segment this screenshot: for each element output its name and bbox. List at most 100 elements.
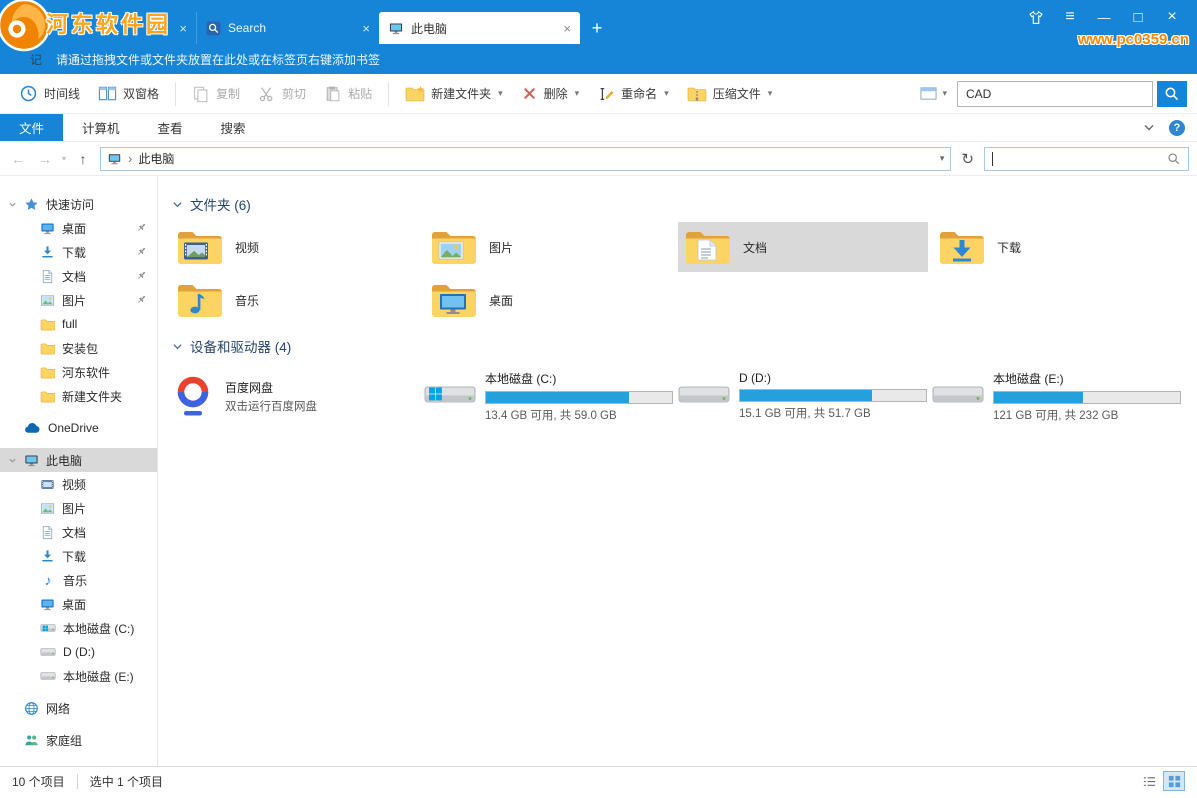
group-header-devices[interactable]: 设备和驱动器 (4): [172, 336, 1197, 356]
forward-button[interactable]: →: [35, 151, 55, 167]
sidebar-item-homegroup[interactable]: 家庭组: [0, 728, 157, 752]
delete-icon: [521, 85, 538, 102]
desktop-folder-icon: [430, 281, 478, 319]
tab-search[interactable]: Search ×: [196, 12, 379, 44]
menu-search[interactable]: 搜索: [202, 114, 265, 141]
compress-button[interactable]: 压缩文件 ▾: [678, 80, 782, 108]
rename-label: 重命名: [621, 85, 657, 102]
rename-button[interactable]: 重命名 ▾: [588, 80, 678, 108]
copy-button[interactable]: 复制: [183, 80, 249, 108]
tab-background-1[interactable]: ×: [2, 12, 196, 44]
sidebar-item-pc-downloads[interactable]: 下载: [0, 544, 157, 568]
close-tab-icon[interactable]: ×: [563, 21, 571, 36]
folder-tile-videos[interactable]: 视频: [170, 222, 420, 272]
back-button[interactable]: ←: [8, 151, 28, 167]
close-tab-icon[interactable]: ×: [179, 21, 187, 36]
minimize-icon: —: [1098, 10, 1111, 25]
sidebar-item-pc-pictures[interactable]: 图片: [0, 496, 157, 520]
folder-tile-pictures[interactable]: 图片: [424, 222, 674, 272]
help-button[interactable]: ?: [1169, 120, 1185, 136]
folder-icon: [11, 21, 27, 35]
cut-label: 剪切: [282, 85, 306, 102]
disk-usage-fill: [740, 390, 872, 401]
disk-usage-fill: [486, 392, 629, 403]
folder-tile-label: 视频: [235, 239, 259, 256]
sidebar-item-onedrive[interactable]: OneDrive: [0, 416, 157, 440]
address-box[interactable]: › 此电脑 ▾: [100, 147, 951, 171]
minimize-button[interactable]: —: [1087, 4, 1121, 30]
refresh-button[interactable]: ↻: [958, 150, 977, 168]
sidebar-item-pc-documents[interactable]: 文档: [0, 520, 157, 544]
large-icons-view-button[interactable]: [1163, 771, 1185, 791]
new-tab-button[interactable]: +: [580, 12, 614, 44]
folder-tile-downloads[interactable]: 下载: [932, 222, 1182, 272]
expander-icon[interactable]: [8, 456, 17, 465]
sidebar-label: 文档: [62, 524, 86, 541]
sidebar-item-network[interactable]: 网络: [0, 696, 157, 720]
timeline-button[interactable]: 时间线: [10, 79, 89, 108]
pictures-icon: [40, 501, 55, 516]
sidebar-item-music[interactable]: ♪ 音乐: [0, 568, 157, 592]
expand-ribbon-icon[interactable]: [1143, 123, 1155, 132]
sidebar-item-full[interactable]: full: [0, 312, 157, 336]
cut-button[interactable]: 剪切: [249, 80, 315, 108]
menu-file[interactable]: 文件: [0, 114, 63, 141]
folder-tile-documents[interactable]: 文档: [678, 222, 928, 272]
sidebar-item-drive-c[interactable]: 本地磁盘 (C:): [0, 616, 157, 640]
search-go-button[interactable]: [1157, 81, 1187, 107]
titlebar: × Search × 此电脑 × + ≡ — □ ×: [0, 0, 1197, 44]
delete-button[interactable]: 删除 ▾: [512, 80, 589, 107]
bookmarks-bar[interactable]: 请通过拖拽文件或文件夹放置在此处或在标签页右键添加书签: [0, 44, 1197, 74]
menu-button[interactable]: ≡: [1053, 4, 1087, 30]
sidebar-item-pc-desktop[interactable]: 桌面: [0, 592, 157, 616]
folder-tile-music[interactable]: 音乐: [170, 275, 420, 325]
sidebar-item-pictures[interactable]: 图片: [0, 288, 157, 312]
device-tile-drive-e[interactable]: 本地磁盘 (E:) 121 GB 可用, 共 232 GB: [932, 364, 1182, 428]
sidebar-item-this-pc[interactable]: 此电脑: [0, 448, 157, 472]
device-tile-drive-d[interactable]: D (D:) 15.1 GB 可用, 共 51.7 GB: [678, 364, 928, 428]
dual-pane-icon: [98, 84, 117, 103]
sidebar-item-desktop[interactable]: 桌面: [0, 216, 157, 240]
device-sublabel: 双击运行百度网盘: [225, 398, 317, 414]
menu-computer[interactable]: 计算机: [63, 114, 139, 141]
new-folder-button[interactable]: 新建文件夹 ▾: [396, 80, 512, 108]
device-tile-drive-c[interactable]: 本地磁盘 (C:) 13.4 GB 可用, 共 59.0 GB: [424, 364, 674, 428]
history-dropdown-icon[interactable]: ▾: [62, 154, 66, 163]
close-tab-icon[interactable]: ×: [362, 21, 370, 36]
homegroup-icon: [24, 733, 39, 748]
search-scope-button[interactable]: ▾: [913, 81, 953, 106]
menu-view[interactable]: 查看: [139, 114, 202, 141]
addressbar: ← → ▾ ↑ › 此电脑 ▾ ↻: [0, 142, 1197, 176]
sidebar-item-documents[interactable]: 文档: [0, 264, 157, 288]
up-button[interactable]: ↑: [73, 151, 93, 167]
tab-this-pc[interactable]: 此电脑 ×: [379, 12, 580, 44]
sidebar-item-videos[interactable]: 视频: [0, 472, 157, 496]
sidebar-item-drive-e[interactable]: 本地磁盘 (E:): [0, 664, 157, 688]
close-button[interactable]: ×: [1155, 4, 1189, 30]
address-dropdown-icon[interactable]: ▾: [940, 153, 945, 164]
sidebar-item-quick-access[interactable]: 快速访问: [0, 192, 157, 216]
explorer-search-box[interactable]: [984, 147, 1189, 171]
downloads-icon: [40, 549, 55, 564]
items-count: 10 个项目: [12, 773, 65, 790]
sidebar-item-installers[interactable]: 安装包: [0, 336, 157, 360]
tab-strip: × Search × 此电脑 × +: [2, 12, 614, 44]
sidebar-item-new-folder[interactable]: 新建文件夹: [0, 384, 157, 408]
sidebar-item-hedong[interactable]: 河东软件: [0, 360, 157, 384]
sidebar-item-downloads[interactable]: 下载: [0, 240, 157, 264]
device-tile-baidu[interactable]: 百度网盘 双击运行百度网盘: [170, 364, 420, 428]
breadcrumb[interactable]: 此电脑: [138, 150, 174, 167]
downloads-folder-icon: [938, 228, 986, 266]
skin-button[interactable]: [1019, 4, 1053, 30]
search-input[interactable]: [957, 81, 1153, 107]
details-view-button[interactable]: [1138, 771, 1160, 791]
group-header-folders[interactable]: 文件夹 (6): [172, 194, 1197, 214]
dual-pane-button[interactable]: 双窗格: [89, 79, 168, 108]
sidebar-item-drive-d[interactable]: D (D:): [0, 640, 157, 664]
paste-button[interactable]: 粘贴: [315, 80, 381, 108]
folder-tile-desktop[interactable]: 桌面: [424, 275, 674, 325]
sidebar-label: 家庭组: [46, 732, 82, 749]
chevron-down-icon: ▾: [575, 88, 580, 99]
maximize-button[interactable]: □: [1121, 4, 1155, 30]
expander-icon[interactable]: [8, 200, 17, 209]
